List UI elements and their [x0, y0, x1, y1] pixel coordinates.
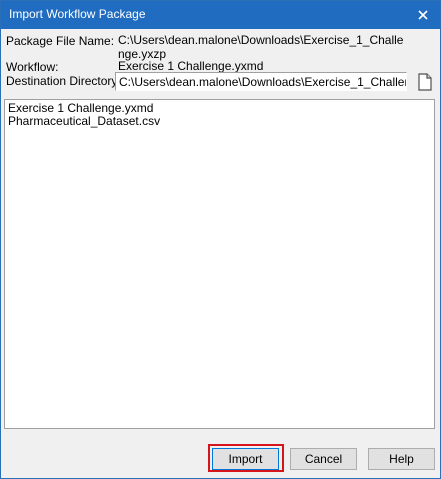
help-button[interactable]: Help	[368, 448, 435, 470]
title-bar: Import Workflow Package	[1, 1, 440, 29]
destination-directory-field[interactable]: C:\Users\dean.malone\Downloads\Exercise_…	[115, 72, 407, 91]
close-button[interactable]	[406, 1, 440, 29]
import-button[interactable]: Import	[212, 448, 279, 470]
package-file-label: Package File Name:	[6, 34, 115, 48]
browse-file-icon	[418, 73, 432, 91]
import-workflow-dialog: Import Workflow Package Package File Nam…	[0, 0, 441, 479]
package-file-value: C:\Users\dean.malone\Downloads\Exercise_…	[118, 33, 404, 61]
cancel-button[interactable]: Cancel	[290, 448, 357, 470]
dialog-title: Import Workflow Package	[9, 7, 146, 21]
package-file-list[interactable]: Exercise 1 Challenge.yxmd Pharmaceutical…	[4, 99, 435, 429]
workflow-label: Workflow:	[6, 60, 59, 74]
destination-label: Destination Directory:	[6, 74, 121, 88]
workflow-value: Exercise 1 Challenge.yxmd	[118, 59, 264, 73]
browse-button[interactable]	[414, 72, 436, 92]
list-item[interactable]: Pharmaceutical_Dataset.csv	[8, 115, 431, 128]
close-icon	[418, 10, 428, 20]
